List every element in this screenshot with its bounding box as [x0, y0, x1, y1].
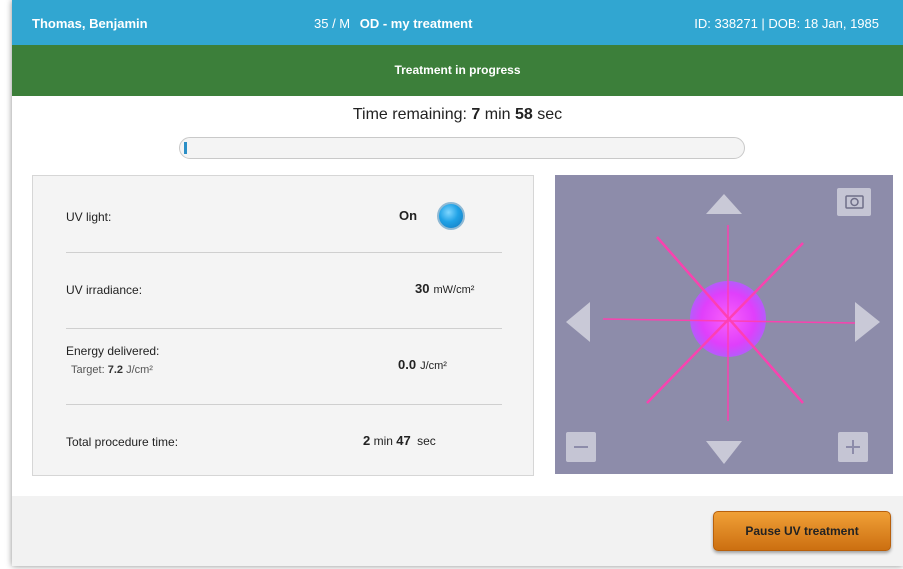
energy-target: Target: 7.2 J/cm² [71, 364, 153, 376]
status-banner: Treatment in progress [12, 45, 903, 96]
time-remaining-minutes: 7 [471, 106, 481, 123]
total-procedure-time-value: 2 min 47 sec [363, 433, 436, 448]
uv-status-indicator-icon [437, 202, 465, 230]
uv-light-value: On [399, 208, 418, 223]
uv-irradiance-unit: mW/cm² [433, 284, 475, 296]
app-window: Thomas, Benjamin 35 / M OD - my treatmen… [12, 0, 903, 566]
uv-light-row: UV light: On [33, 176, 533, 252]
treatment-name: OD - my treatment [359, 16, 473, 31]
treatment-progress-fill [184, 142, 187, 154]
energy-delivered-label: Energy delivered: [66, 344, 160, 358]
energy-delivered-row: Energy delivered: Target: 7.2 J/cm² 0.0 J… [33, 329, 533, 404]
zoom-in-icon[interactable] [838, 432, 868, 462]
treatment-progress-bar [179, 137, 745, 159]
patient-age-sex: 35 / M [314, 16, 351, 31]
patient-header: Thomas, Benjamin 35 / M OD - my treatmen… [12, 0, 903, 45]
pause-uv-treatment-button[interactable]: Pause UV treatment [713, 511, 891, 551]
time-remaining-seconds: 58 [515, 106, 533, 123]
uv-irradiance-row: UV irradiance: 30 mW/cm² [33, 253, 533, 328]
uv-irradiance-label: UV irradiance: [66, 283, 143, 297]
zoom-out-icon[interactable] [566, 432, 596, 462]
total-procedure-time-row: Total procedure time: 2 min 47 sec [33, 405, 533, 477]
status-label: Treatment in progress [394, 63, 521, 77]
treatment-metrics-panel: UV light: On UV irradiance: 30 mW/cm² Ene… [32, 175, 534, 476]
footer-bar: Pause UV treatment [12, 496, 903, 566]
energy-delivered-value: 0.0 J/cm² [398, 357, 447, 372]
total-procedure-time-label: Total procedure time: [66, 435, 179, 449]
camera-icon[interactable] [837, 188, 871, 216]
patient-id-dob: ID: 338271 | DOB: 18 Jan, 1985 [694, 16, 879, 31]
time-remaining-sec-label: sec [537, 106, 563, 123]
uv-irradiance-value: 30 mW/cm² [415, 281, 475, 296]
patient-name: Thomas, Benjamin [32, 16, 148, 31]
time-remaining-min-label: min [484, 106, 511, 123]
treatment-summary: 35 / M OD - my treatment [314, 16, 472, 31]
time-remaining-label: Time remaining: [352, 106, 467, 123]
time-remaining: Time remaining: 7 min 58 sec [12, 106, 903, 124]
energy-delivered-unit: J/cm² [420, 360, 447, 372]
camera-feed-svg [555, 175, 893, 474]
camera-view [555, 175, 893, 474]
uv-light-label: UV light: [66, 210, 112, 224]
